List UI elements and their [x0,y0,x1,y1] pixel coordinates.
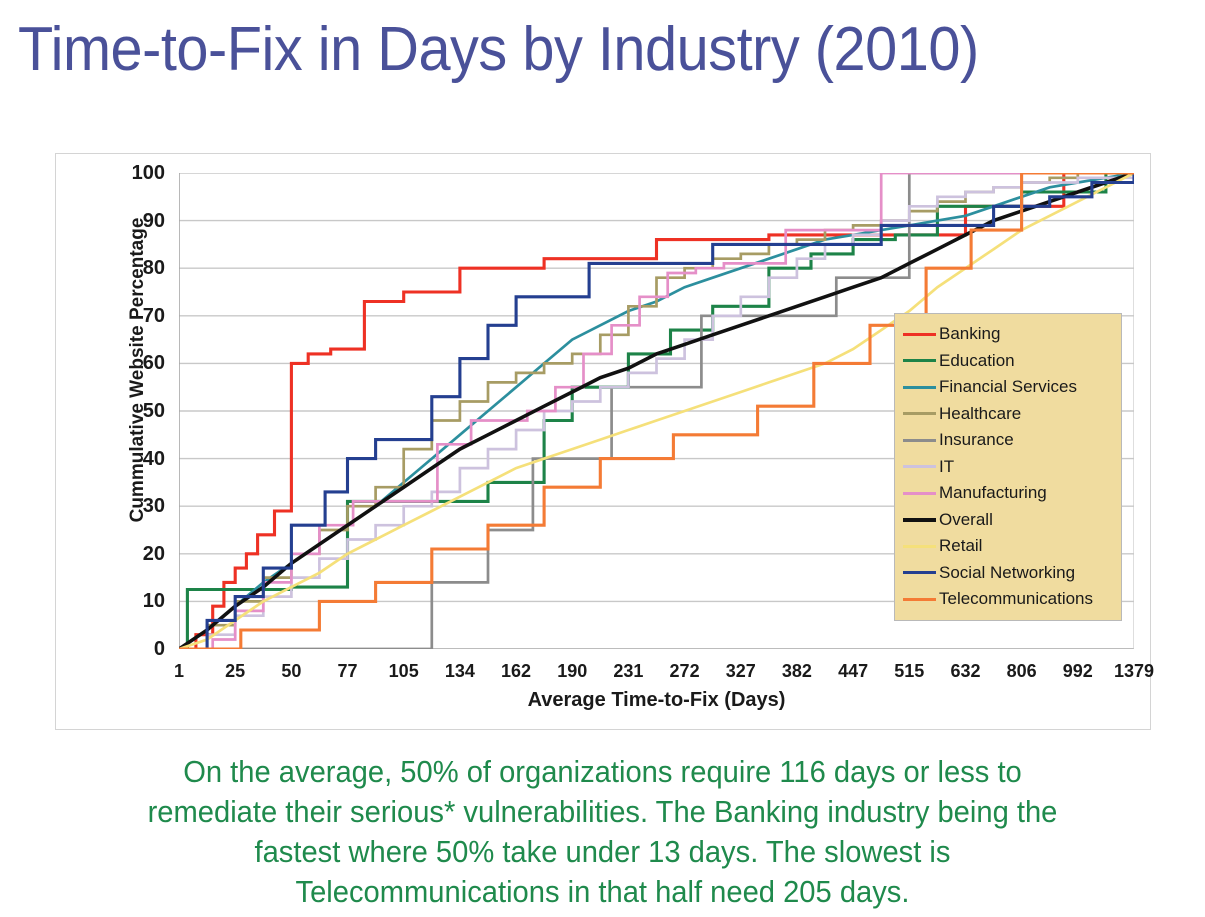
x-tick-label: 25 [225,661,246,681]
x-tick-label: 992 [1062,661,1093,681]
legend-color-swatch [903,465,936,469]
caption-line: fastest where 50% take under 13 days. Th… [254,834,951,869]
legend-item-insurance[interactable]: Insurance [903,427,1115,454]
chart-container: Cummulative Website Percentage Average T… [55,153,1154,730]
legend-color-swatch [903,438,936,442]
legend-color-swatch [903,544,936,548]
legend-item-label: Healthcare [939,403,1022,423]
legend-color-swatch [903,491,936,495]
x-tick-label: 50 [281,661,302,681]
caption-line: On the average, 50% of organizations req… [183,754,1022,789]
legend-color-swatch [903,385,936,389]
legend-color-swatch [903,597,936,601]
legend-item-label: Telecommunications [939,589,1094,609]
legend-item-label: Education [939,350,1015,370]
legend-item-label: Manufacturing [939,483,1047,503]
legend-item-banking[interactable]: Banking [903,321,1115,348]
y-tick-label: 100 [131,162,165,184]
caption-line: Telecommunications in that half need 205… [295,874,910,909]
legend-item-healthcare[interactable]: Healthcare [903,401,1115,428]
x-tick-label: 162 [501,661,532,681]
x-tick-label: 1379 [1113,661,1155,681]
legend-color-swatch [903,571,936,575]
legend-item-education[interactable]: Education [903,348,1115,375]
x-tick-label: 134 [444,661,475,681]
legend-item-label: Financial Services [939,377,1077,397]
legend-color-swatch [903,332,936,336]
legend-item-label: Overall [939,509,993,529]
legend-item-social-networking[interactable]: Social Networking [903,560,1115,587]
legend-item-label: Banking [939,324,1001,344]
legend-item-financial-services[interactable]: Financial Services [903,374,1115,401]
legend-item-retail[interactable]: Retail [903,533,1115,560]
y-tick-label: 30 [142,495,165,518]
y-tick-label: 20 [142,542,165,565]
x-tick-label: 272 [669,661,700,681]
legend-item-overall[interactable]: Overall [903,507,1115,534]
legend-item-label: Social Networking [939,562,1076,582]
y-tick-label: 40 [142,447,165,470]
legend-item-manufacturing[interactable]: Manufacturing [903,480,1115,507]
y-tick-label: 70 [142,304,165,327]
y-tick-label: 80 [142,257,165,280]
legend-item-label: Retail [939,536,983,556]
y-tick-label: 10 [142,590,165,613]
y-tick-label: 60 [142,352,165,375]
legend-item-telecommunications[interactable]: Telecommunications [903,586,1115,613]
x-tick-label: 190 [557,661,588,681]
legend-item-label: IT [939,456,955,476]
x-tick-label: 327 [725,661,756,681]
x-tick-label: 382 [781,661,812,681]
legend-color-swatch [903,517,936,522]
legend-color-swatch [903,412,936,416]
page-title: Time-to-Fix in Days by Industry (2010) [18,15,979,84]
caption-text: On the average, 50% of organizations req… [55,752,1150,912]
x-tick-label: 447 [838,661,869,681]
y-tick-label: 50 [142,400,165,422]
x-tick-label: 515 [894,661,925,681]
x-tick-label: 806 [1006,661,1037,681]
x-tick-label: 632 [950,661,981,681]
legend-item-it[interactable]: IT [903,454,1115,481]
chart-legend: Banking Education Financial Services Health… [894,313,1122,621]
y-tick-label: 0 [153,638,165,660]
x-tick-label: 1 [173,661,184,681]
x-tick-label: 77 [337,661,358,681]
legend-item-label: Insurance [939,430,1014,450]
y-tick-label: 90 [142,209,165,232]
caption-line: remediate their serious* vulnerabilities… [147,794,1058,829]
x-tick-label: 105 [388,661,419,681]
x-axis-title: Average Time-to-Fix (Days) [527,689,786,711]
x-tick-label: 231 [613,661,644,681]
legend-color-swatch [903,359,936,363]
